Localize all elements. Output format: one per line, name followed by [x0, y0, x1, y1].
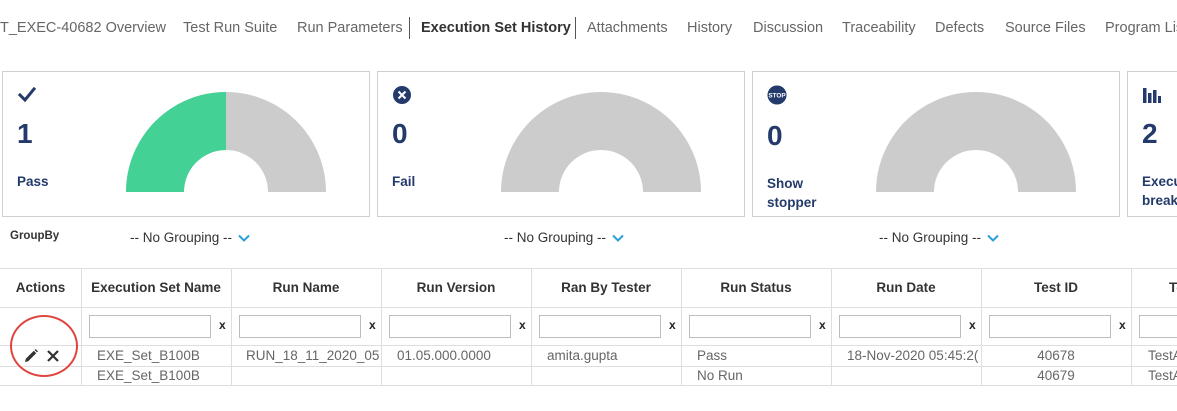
filter-input-run-name[interactable] — [239, 315, 361, 338]
chevron-down-icon — [612, 235, 624, 243]
pass-summary-card: 1 Pass — [2, 71, 370, 217]
execution-breakdown-card: 2 Execu break — [1127, 71, 1177, 217]
groupby-dropdown-3[interactable]: -- No Grouping -- — [879, 230, 999, 245]
grid-line — [0, 385, 1177, 386]
filter-input-run-version[interactable] — [389, 315, 511, 338]
stop-icon-text: STOP — [768, 93, 786, 100]
filter-input-test-id[interactable] — [989, 315, 1111, 338]
filter-input-test-name[interactable] — [1139, 315, 1177, 338]
filter-input-run-status[interactable] — [689, 315, 811, 338]
column-header-actions: Actions — [15, 280, 66, 295]
cell-test-id: 40679 — [1037, 368, 1075, 383]
column-header-ran-by-tester[interactable]: Ran By Tester — [531, 268, 681, 308]
check-icon — [17, 86, 37, 103]
tab-run-parameters[interactable]: Run Parameters — [297, 19, 403, 37]
bar-chart-icon — [1143, 88, 1161, 103]
cell-test-name: TestA — [1148, 368, 1177, 383]
clear-filter-button[interactable]: x — [669, 318, 676, 332]
filter-input-ran-by-tester[interactable] — [539, 315, 661, 338]
cell-execution-set-name: EXE_Set_B100B — [97, 368, 200, 383]
tab-attachments[interactable]: Attachments — [587, 19, 668, 37]
chevron-down-icon — [238, 235, 250, 243]
cell-run-version: 01.05.000.0000 — [397, 348, 491, 363]
tab-bar: T_EXEC-40682 Overview Test Run Suite Run… — [0, 0, 1177, 56]
column-header-test-name[interactable]: Te — [1131, 268, 1177, 308]
gauge-track — [876, 92, 1076, 192]
tab-program-list[interactable]: Program Lis — [1105, 19, 1177, 37]
tab-history[interactable]: History — [687, 19, 732, 37]
fail-count: 0 — [392, 118, 408, 149]
cell-test-id: 40678 — [1037, 348, 1075, 363]
tab-divider — [575, 17, 576, 39]
groupby-label: GroupBy — [10, 230, 60, 242]
clear-filter-button[interactable]: x — [1119, 318, 1126, 332]
clear-filter-button[interactable]: x — [819, 318, 826, 332]
column-header-run-version[interactable]: Run Version — [381, 268, 531, 308]
groupby-dropdown-2[interactable]: -- No Grouping -- — [504, 230, 624, 245]
tab-traceability[interactable]: Traceability — [842, 19, 916, 37]
execution-label: Execu break — [1142, 174, 1177, 208]
tab-discussion[interactable]: Discussion — [753, 19, 823, 37]
pass-gauge — [126, 92, 326, 192]
tab-source-files[interactable]: Source Files — [1005, 19, 1086, 37]
show-stopper-gauge — [876, 92, 1076, 192]
highlight-annotation-circle — [10, 315, 78, 377]
tab-overview[interactable]: T_EXEC-40682 Overview — [0, 19, 166, 37]
groupby-dropdown-1[interactable]: -- No Grouping -- — [130, 230, 250, 245]
groupby-value: -- No Grouping -- — [504, 230, 607, 245]
tab-execution-set-history[interactable]: Execution Set History — [421, 19, 571, 37]
groupby-value: -- No Grouping -- — [130, 230, 233, 245]
stop-icon: STOP — [767, 85, 787, 105]
filter-input-execution-set-name[interactable] — [89, 315, 211, 338]
gauge-track — [501, 92, 701, 192]
show-stopper-label: Show stopper — [767, 176, 817, 210]
close-circle-icon — [393, 86, 411, 104]
pass-count: 1 — [17, 118, 33, 149]
groupby-value: -- No Grouping -- — [879, 230, 982, 245]
column-header-execution-set-name[interactable]: Execution Set Name — [81, 268, 231, 308]
tab-divider — [409, 17, 410, 39]
fail-label: Fail — [392, 174, 416, 189]
grid-line — [0, 345, 1177, 346]
show-stopper-summary-card: STOP 0 Show stopper — [752, 71, 1120, 217]
fail-summary-card: 0 Fail — [377, 71, 745, 217]
cell-run-status: Pass — [697, 348, 728, 363]
execution-count: 2 — [1142, 118, 1158, 149]
column-header-run-date[interactable]: Run Date — [831, 268, 981, 308]
tab-test-run-suite[interactable]: Test Run Suite — [183, 19, 277, 37]
show-stopper-count: 0 — [767, 120, 783, 151]
cell-test-name: TestA — [1148, 348, 1177, 363]
cell-run-status: No Run — [697, 368, 743, 383]
pass-label: Pass — [17, 174, 49, 189]
chevron-down-icon — [987, 235, 999, 243]
clear-filter-button[interactable]: x — [219, 318, 226, 332]
filter-input-run-date[interactable] — [839, 315, 961, 338]
fail-gauge — [501, 92, 701, 192]
gauge-fill — [126, 92, 226, 192]
clear-filter-button[interactable]: x — [519, 318, 526, 332]
column-header-run-name[interactable]: Run Name — [231, 268, 381, 308]
column-header-run-status[interactable]: Run Status — [681, 268, 831, 308]
clear-filter-button[interactable]: x — [369, 318, 376, 332]
cell-run-date: 18-Nov-2020 05:45:2( — [847, 348, 979, 363]
column-header-test-id[interactable]: Test ID — [981, 268, 1131, 308]
cell-run-name[interactable]: RUN_18_11_2020_05 — [246, 347, 379, 365]
cell-ran-by-tester: amita.gupta — [547, 348, 618, 363]
clear-filter-button[interactable]: x — [969, 318, 976, 332]
cell-execution-set-name: EXE_Set_B100B — [97, 348, 200, 363]
tab-defects[interactable]: Defects — [935, 19, 984, 37]
